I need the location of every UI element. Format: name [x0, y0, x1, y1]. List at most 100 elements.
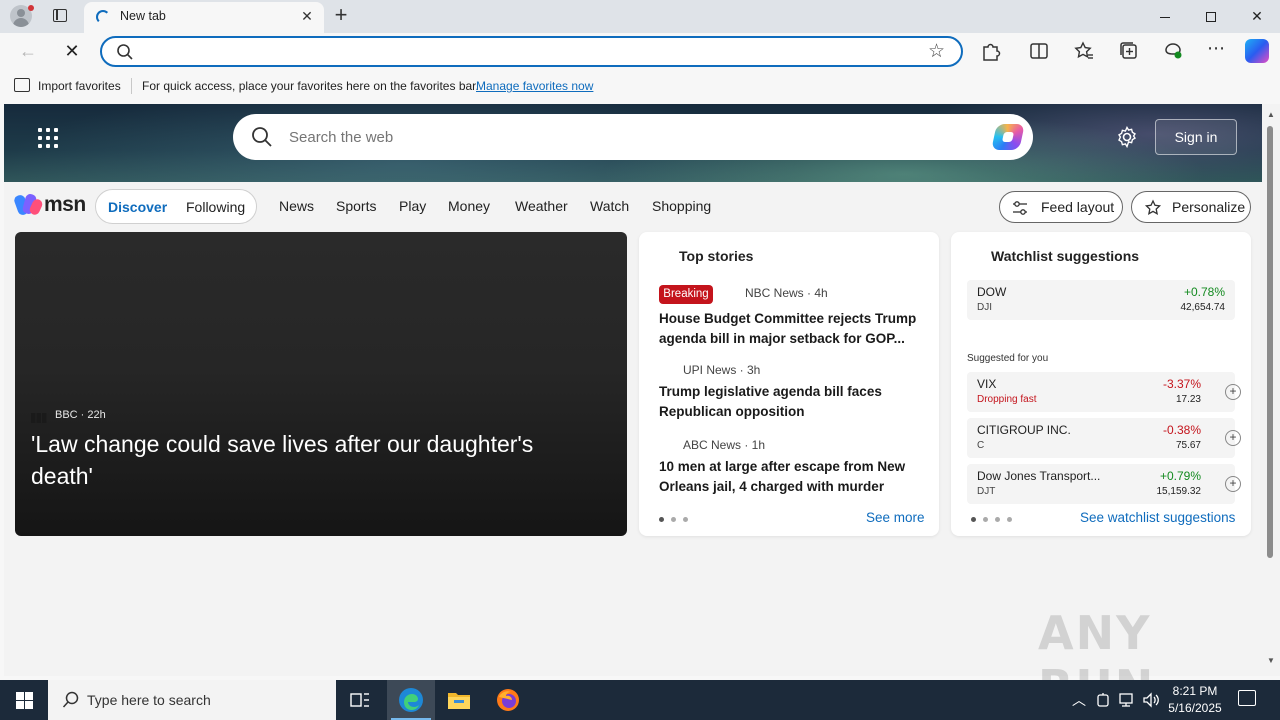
- browser-essentials-icon[interactable]: [1162, 40, 1184, 62]
- feed-layout-label: Feed layout: [1041, 199, 1115, 215]
- nav-weather[interactable]: Weather: [515, 198, 568, 214]
- scroll-up-icon[interactable]: ▲: [1267, 110, 1275, 119]
- minimize-button[interactable]: [1142, 0, 1188, 32]
- ticker-row[interactable]: VIX Dropping fast -3.37% 17.23 +: [967, 372, 1241, 412]
- hero-article-card[interactable]: BBC · 22h 'Law change could save lives a…: [15, 232, 627, 536]
- collections-icon[interactable]: [1118, 40, 1140, 62]
- security-shield-icon[interactable]: [1096, 692, 1110, 708]
- windows-start-icon[interactable]: [0, 680, 48, 720]
- ticker-symbol: DJI: [977, 302, 992, 313]
- tab-new-tab[interactable]: New tab ✕: [84, 2, 324, 33]
- see-watchlist-link[interactable]: See watchlist suggestions: [1080, 510, 1235, 525]
- extensions-puzzle-icon[interactable]: [980, 40, 1002, 62]
- ticker-symbol: C: [977, 440, 985, 451]
- copilot-logo-icon[interactable]: [991, 124, 1025, 150]
- page-scrollbar[interactable]: ▲ ▼: [1262, 104, 1280, 676]
- file-explorer-icon[interactable]: [435, 680, 483, 720]
- see-more-link[interactable]: See more: [866, 510, 925, 525]
- favorites-bar: Import favorites For quick access, place…: [0, 70, 1280, 102]
- edge-browser-icon[interactable]: [387, 680, 435, 720]
- tab-title: New tab: [120, 9, 166, 23]
- more-menu-icon[interactable]: ⋯: [1205, 39, 1227, 62]
- tab-following[interactable]: Following: [186, 199, 245, 215]
- show-hidden-icons-icon[interactable]: ︿: [1072, 690, 1086, 710]
- personalize-button[interactable]: Personalize: [1131, 191, 1251, 223]
- nav-play[interactable]: Play: [399, 198, 426, 214]
- feed-layout-button[interactable]: Feed layout: [999, 191, 1123, 223]
- add-to-watchlist-icon[interactable]: +: [1225, 384, 1241, 400]
- loading-spinner-icon: [96, 10, 110, 24]
- story-headline[interactable]: 10 men at large after escape from New Or…: [659, 457, 929, 497]
- tab-discover[interactable]: Discover: [108, 199, 167, 215]
- bbc-logo-icon: [31, 413, 47, 423]
- nav-watch[interactable]: Watch: [590, 198, 629, 214]
- add-to-watchlist-icon[interactable]: +: [1225, 430, 1241, 446]
- story-source: UPI News · 3h: [683, 363, 761, 377]
- split-screen-icon[interactable]: [1028, 40, 1050, 62]
- nav-news[interactable]: News: [279, 198, 314, 214]
- msn-butterfly-icon: [12, 192, 44, 217]
- address-input[interactable]: [140, 42, 920, 62]
- ticker-row[interactable]: Dow Jones Transport... DJT +0.79% 15,159…: [967, 464, 1241, 504]
- system-clock[interactable]: 8:21 PM 5/16/2025: [1158, 683, 1232, 717]
- add-to-watchlist-icon[interactable]: +: [1225, 476, 1241, 492]
- msn-logo[interactable]: msn: [12, 192, 86, 218]
- hero-headline[interactable]: 'Law change could save lives after our d…: [31, 428, 601, 492]
- personalize-label: Personalize: [1172, 199, 1246, 215]
- ticker-name: VIX: [977, 377, 997, 391]
- notifications-icon[interactable]: [1238, 690, 1256, 706]
- tab-close-icon[interactable]: ✕: [298, 7, 316, 25]
- hero-source: BBC · 22h: [55, 409, 106, 421]
- restore-button[interactable]: [1188, 0, 1234, 32]
- favorites-icon[interactable]: [1073, 40, 1095, 62]
- app-launcher-icon[interactable]: [38, 128, 58, 148]
- scroll-thumb[interactable]: [1267, 126, 1273, 558]
- ticker-value: 17.23: [1175, 394, 1201, 405]
- ticker-symbol: DJT: [977, 486, 996, 497]
- top-stories-heading: Top stories: [679, 248, 754, 264]
- suggested-label: Suggested for you: [967, 353, 1049, 364]
- feed-tabs: Discover Following: [95, 189, 257, 224]
- carousel-dots[interactable]: [659, 517, 688, 522]
- ticker-row-dow[interactable]: DOW DJI +0.78% 42,654.74: [967, 280, 1235, 320]
- msn-wordmark: msn: [44, 193, 86, 216]
- import-favorites-button[interactable]: Import favorites: [38, 79, 121, 93]
- sliders-icon: [1013, 201, 1027, 215]
- nav-money[interactable]: Money: [448, 198, 490, 214]
- settings-gear-icon[interactable]: [1116, 126, 1138, 148]
- web-search-input[interactable]: [289, 127, 969, 147]
- new-tab-plus-icon[interactable]: +: [330, 4, 352, 28]
- nav-shopping[interactable]: Shopping: [652, 198, 711, 214]
- tab-actions-icon[interactable]: [50, 7, 70, 25]
- web-search-box[interactable]: [233, 114, 1033, 160]
- network-icon[interactable]: [1118, 692, 1136, 708]
- sparkle-star-icon: [1144, 199, 1162, 215]
- address-bar[interactable]: ☆: [100, 36, 963, 67]
- favorites-hint-text: For quick access, place your favorites h…: [142, 79, 479, 93]
- close-window-button[interactable]: ✕: [1234, 0, 1280, 32]
- import-favorites-icon[interactable]: [14, 78, 30, 92]
- breaking-badge: Breaking: [659, 285, 713, 304]
- taskbar: Type here to search ︿ 8:21 PM 5/16/2025: [0, 680, 1280, 720]
- firefox-icon[interactable]: [484, 680, 532, 720]
- favorite-star-icon[interactable]: ☆: [928, 40, 945, 63]
- ticker-value: 15,159.32: [1156, 486, 1202, 497]
- carousel-dots[interactable]: [971, 517, 1012, 522]
- manage-favorites-link[interactable]: Manage favorites now: [476, 79, 593, 93]
- sign-in-button[interactable]: Sign in: [1155, 119, 1237, 155]
- back-arrow-icon[interactable]: ←: [16, 39, 40, 63]
- search-icon: [252, 127, 272, 147]
- story-headline[interactable]: Trump legislative agenda bill faces Repu…: [659, 382, 929, 422]
- nav-sports[interactable]: Sports: [336, 198, 376, 214]
- favorites-divider: [131, 78, 132, 94]
- copilot-icon[interactable]: [1245, 39, 1269, 63]
- ticker-row[interactable]: CITIGROUP INC. C -0.38% 75.67 +: [967, 418, 1241, 458]
- task-view-icon[interactable]: [336, 680, 384, 720]
- taskbar-search[interactable]: Type here to search: [48, 680, 336, 720]
- hero-banner: Sign in: [4, 104, 1262, 182]
- story-headline[interactable]: House Budget Committee rejects Trump age…: [659, 309, 929, 349]
- watchlist-card: Watchlist suggestions DOW DJI +0.78% 42,…: [951, 232, 1251, 536]
- ticker-change: -3.37%: [1162, 377, 1201, 391]
- stop-loading-icon[interactable]: ✕: [60, 39, 84, 63]
- ticker-name: CITIGROUP INC.: [977, 423, 1071, 437]
